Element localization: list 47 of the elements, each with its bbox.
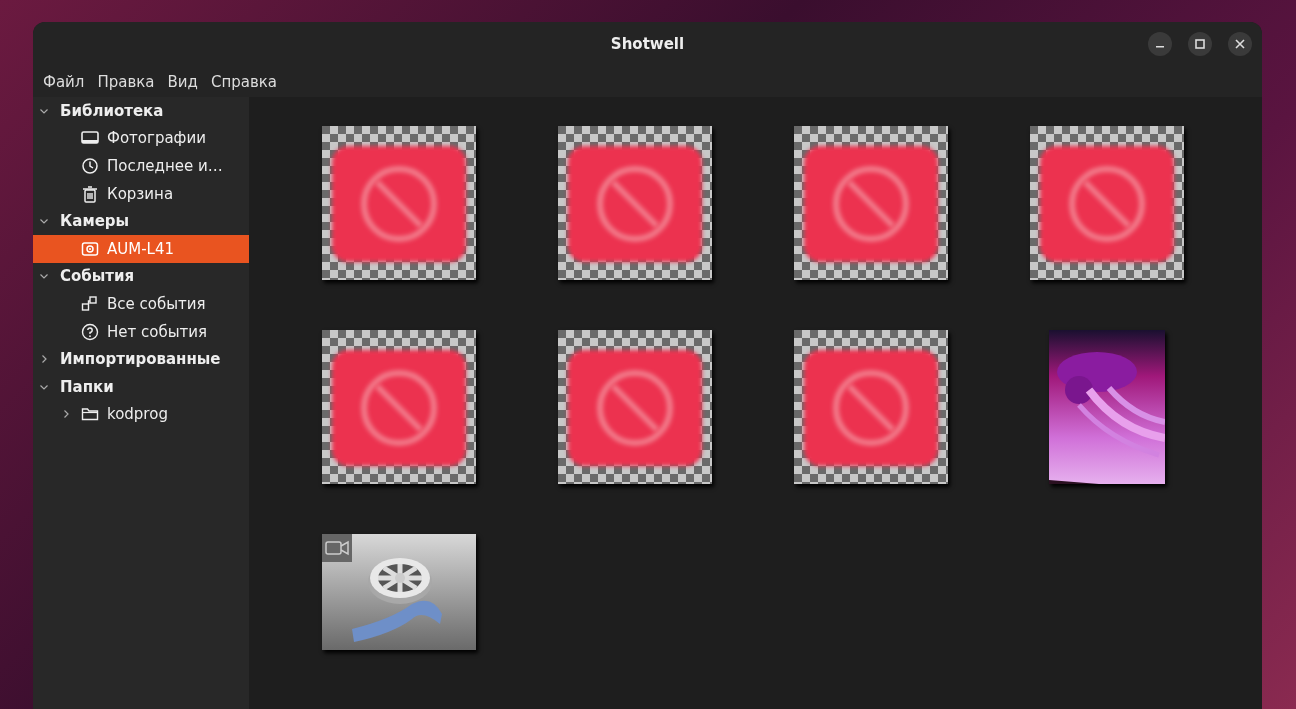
camera-icon [81, 239, 99, 258]
sidebar-section[interactable]: Камеры [33, 207, 249, 235]
thumbnail[interactable] [794, 126, 948, 280]
maximize-button[interactable] [1188, 32, 1212, 56]
broken-image-icon [1030, 126, 1184, 280]
sidebar-item[interactable]: Корзина [33, 179, 249, 208]
expander-right-icon[interactable] [39, 354, 49, 365]
minimize-icon [1156, 46, 1164, 48]
expander-right-icon[interactable] [61, 409, 71, 420]
video-camera-icon [322, 534, 352, 562]
thumbnail[interactable] [322, 330, 476, 484]
broken-image-icon [558, 330, 712, 484]
broken-image-icon [558, 126, 712, 280]
thumbnail[interactable] [558, 126, 712, 280]
thumbnail[interactable] [322, 534, 476, 650]
window-title: Shotwell [610, 35, 685, 53]
sidebar-section[interactable]: Библиотека [33, 97, 249, 125]
sidebar-item[interactable]: kodprog [33, 400, 249, 429]
film-reel-icon [322, 534, 476, 650]
broken-image-icon [794, 330, 948, 484]
broken-image-icon [794, 126, 948, 280]
thumbnail[interactable] [558, 330, 712, 484]
maximize-icon [1194, 38, 1206, 50]
sidebar-section[interactable]: Папки [33, 372, 249, 401]
sidebar-item[interactable]: Все события [33, 290, 249, 318]
broken-image-icon [322, 126, 476, 280]
menu-item[interactable]: Правка [91, 72, 162, 91]
menu-item[interactable]: Справка [204, 72, 285, 91]
menu-item[interactable]: Вид [161, 72, 205, 91]
sidebar-item[interactable]: Последнее и… [33, 152, 249, 180]
menu-item[interactable]: Файл [37, 72, 92, 91]
broken-image-icon [322, 330, 476, 484]
help-icon [81, 322, 99, 341]
close-button[interactable] [1228, 32, 1252, 56]
clock-icon [81, 157, 99, 175]
squares-icon [81, 294, 99, 313]
sidebar-item[interactable]: Фотографии [33, 124, 249, 153]
sidebar-item[interactable]: AUM-L41 [33, 234, 249, 263]
thumbnail[interactable] [1030, 126, 1184, 280]
minimize-button[interactable] [1148, 32, 1172, 56]
sidebar-section[interactable]: Импортированные [33, 345, 249, 373]
thumbnail[interactable] [794, 330, 948, 484]
sidebar-section[interactable]: События [33, 262, 249, 291]
close-icon [1234, 38, 1246, 50]
sidebar-item[interactable]: Нет события [33, 317, 249, 346]
trash-icon [81, 184, 99, 203]
thumbnail[interactable] [322, 126, 476, 280]
